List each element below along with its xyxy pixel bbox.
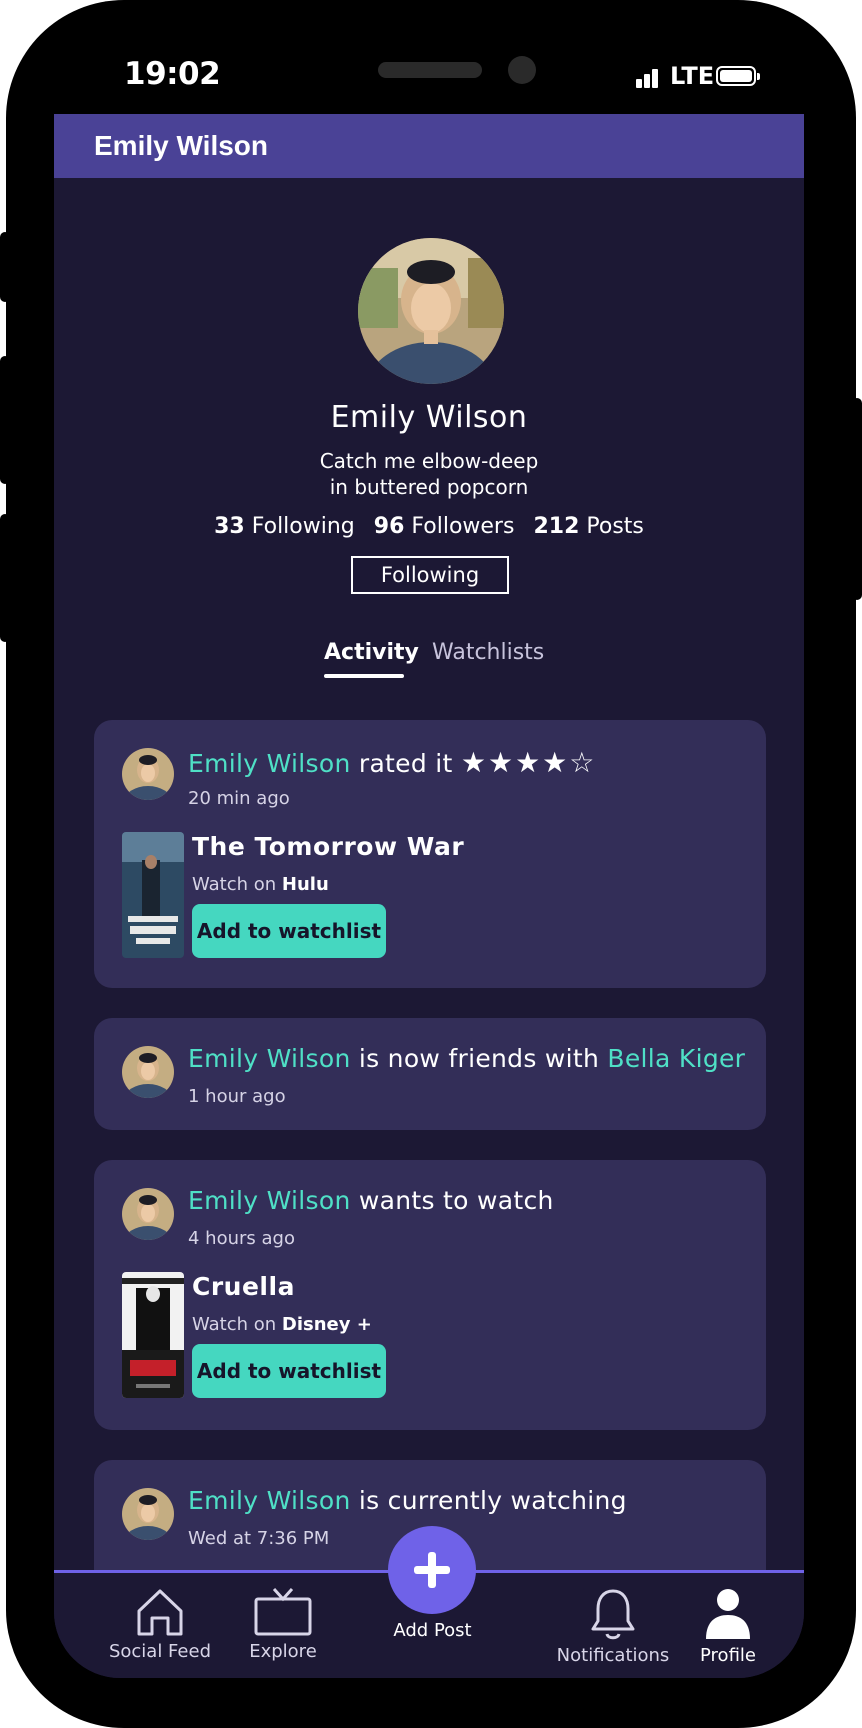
activity-timestamp: Wed at 7:36 PM xyxy=(188,1528,330,1549)
activity-timestamp: 4 hours ago xyxy=(188,1228,295,1249)
battery-icon xyxy=(716,66,760,86)
activity-text: Emily Wilson wants to watch xyxy=(188,1186,554,1215)
user-avatar[interactable] xyxy=(122,1488,174,1540)
bio-line: in buttered popcorn xyxy=(329,475,529,499)
movie-poster[interactable] xyxy=(122,1272,184,1398)
profile-bio: Catch me elbow-deep in buttered popcorn xyxy=(54,448,804,500)
activity-card: Emily Wilson rated it ★★★★☆ 20 min ago T… xyxy=(94,720,766,988)
app-bar: Emily Wilson xyxy=(54,114,804,178)
movie-title[interactable]: Cruella xyxy=(192,1272,295,1301)
profile-stats: 33 Following 96 Followers 212 Posts xyxy=(54,514,804,539)
watch-on-prefix: Watch on xyxy=(192,874,277,895)
activity-card: Emily Wilson wants to watch 4 hours ago … xyxy=(94,1160,766,1430)
following-button[interactable]: Following xyxy=(351,556,509,594)
nav-label: Explore xyxy=(249,1641,317,1662)
user-name-link[interactable]: Emily Wilson xyxy=(188,1486,351,1515)
profile-avatar[interactable] xyxy=(358,238,504,384)
following-count: 33 xyxy=(214,514,245,539)
activity-card: Emily Wilson is now friends with Bella K… xyxy=(94,1018,766,1130)
nav-label: Notifications xyxy=(556,1645,670,1666)
movie-poster[interactable] xyxy=(122,832,184,958)
followers-count: 96 xyxy=(373,514,405,539)
friend-name-link[interactable]: Bella Kiger xyxy=(607,1044,745,1073)
add-post-button[interactable] xyxy=(388,1526,476,1614)
streaming-service: Watch on Hulu xyxy=(192,874,329,895)
activity-text: Emily Wilson rated it ★★★★☆ xyxy=(188,746,596,779)
user-avatar[interactable] xyxy=(122,748,174,800)
user-name-link[interactable]: Emily Wilson xyxy=(188,1186,351,1215)
app-screen: Emily Wilson Emily Wilson Catch me elbow… xyxy=(54,114,804,1678)
tab-watchlists[interactable]: Watchlists xyxy=(432,640,544,665)
signal-icon xyxy=(636,66,664,88)
followers-label: Followers xyxy=(411,514,515,539)
activity-action: is now friends with xyxy=(358,1044,600,1073)
status-time: 19:02 xyxy=(124,56,221,92)
front-camera xyxy=(508,56,536,84)
service-name: Disney + xyxy=(281,1314,372,1335)
activity-action: rated it xyxy=(358,749,453,778)
watch-on-prefix: Watch on xyxy=(192,1314,277,1335)
activity-action: is currently watching xyxy=(358,1486,627,1515)
speaker-grille xyxy=(378,62,482,78)
user-avatar[interactable] xyxy=(122,1046,174,1098)
streaming-service: Watch on Disney + xyxy=(192,1314,372,1335)
power-button xyxy=(852,398,862,600)
following-stat[interactable]: 33 Following xyxy=(214,514,355,539)
user-name-link[interactable]: Emily Wilson xyxy=(188,1044,351,1073)
active-tab-indicator xyxy=(324,674,404,678)
nav-label: Social Feed xyxy=(108,1641,212,1662)
star-rating: ★★★★☆ xyxy=(460,746,597,779)
volume-up-button xyxy=(0,356,10,484)
bio-line: Catch me elbow-deep xyxy=(319,449,539,473)
app-bar-title: Emily Wilson xyxy=(94,130,269,161)
nav-label: Profile xyxy=(700,1645,756,1666)
add-to-watchlist-button[interactable]: Add to watchlist xyxy=(192,1344,386,1398)
tab-activity[interactable]: Activity xyxy=(324,640,419,665)
user-name-link[interactable]: Emily Wilson xyxy=(188,749,351,778)
activity-timestamp: 1 hour ago xyxy=(188,1086,286,1107)
movie-title[interactable]: The Tomorrow War xyxy=(192,832,464,861)
activity-text: Emily Wilson is now friends with Bella K… xyxy=(188,1044,745,1073)
posts-count: 212 xyxy=(533,514,580,539)
following-label: Following xyxy=(251,514,355,539)
network-label: LTE xyxy=(670,62,715,90)
followers-stat[interactable]: 96 Followers xyxy=(374,514,515,539)
user-avatar[interactable] xyxy=(122,1188,174,1240)
posts-stat[interactable]: 212 Posts xyxy=(533,514,643,539)
volume-down-button xyxy=(0,514,10,642)
posts-label: Posts xyxy=(586,514,644,539)
add-post-label: Add Post xyxy=(393,1620,472,1641)
activity-action: wants to watch xyxy=(358,1186,554,1215)
plus-icon xyxy=(414,1552,450,1588)
add-to-watchlist-button[interactable]: Add to watchlist xyxy=(192,904,386,958)
activity-timestamp: 20 min ago xyxy=(188,788,290,809)
activity-text: Emily Wilson is currently watching xyxy=(188,1486,627,1515)
profile-name: Emily Wilson xyxy=(330,400,528,435)
service-name: Hulu xyxy=(281,874,329,895)
mute-switch xyxy=(0,232,10,302)
